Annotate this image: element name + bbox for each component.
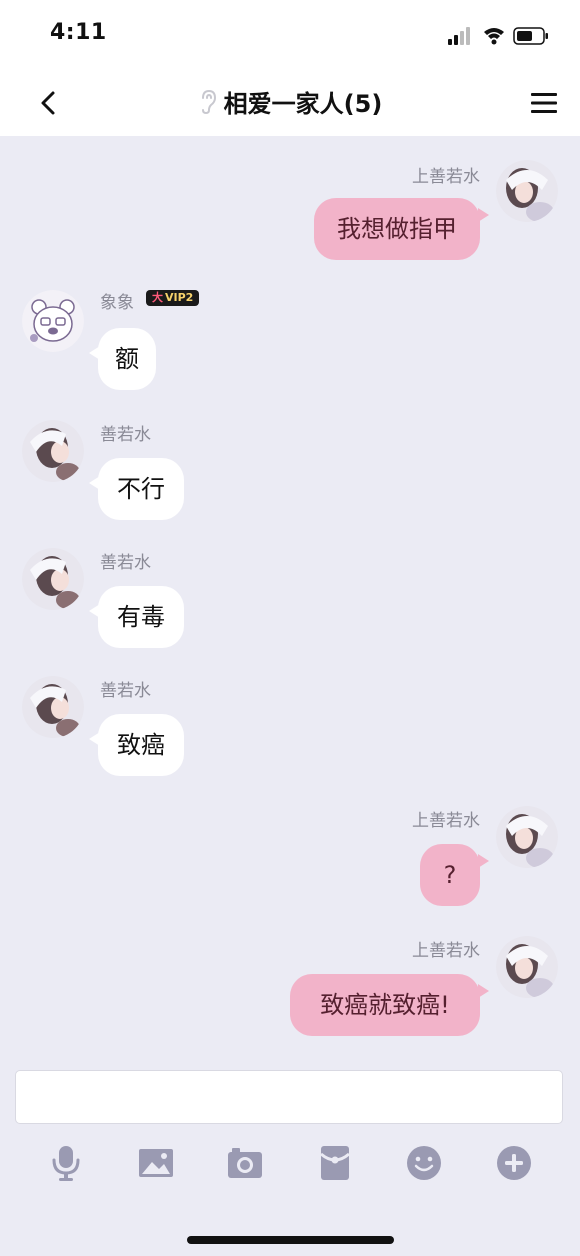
photo-avatar-image [22, 548, 84, 610]
message-outgoing: 上善若水 致癌就致癌! [0, 920, 580, 1050]
microphone-icon[interactable] [47, 1144, 85, 1182]
message-outgoing: 上善若水 ? [0, 790, 580, 920]
chat-title: 相爱一家人(5) [223, 90, 383, 118]
message-bubble[interactable]: 致癌 [89, 714, 184, 776]
chat-title-group: 相爱一家人(5) [0, 84, 580, 119]
photo-avatar-image [22, 420, 84, 482]
cellular-signal-icon [448, 27, 470, 45]
photo-avatar-image [496, 806, 558, 868]
ear-icon [201, 89, 216, 114]
sender-name: 善若水 [100, 425, 151, 445]
sender-name: 上善若水 [412, 811, 480, 831]
message-text: 致癌 [117, 731, 165, 759]
message-list: 上善若水 我想做指甲 象象 大 VIP2 额 善若水 不行 善若水 有毒 善若水… [0, 136, 580, 1056]
sender-name: 善若水 [100, 553, 151, 573]
image-icon[interactable] [137, 1144, 175, 1182]
sender-name: 象象 [100, 293, 134, 313]
message-bubble[interactable]: 致癌就致癌! [290, 974, 489, 1036]
message-bubble[interactable]: ? [420, 844, 489, 906]
user-avatar[interactable] [496, 936, 558, 998]
battery-icon [513, 27, 548, 45]
user-avatar[interactable] [22, 420, 84, 482]
message-incoming: 善若水 有毒 [0, 532, 580, 660]
plus-icon[interactable] [495, 1144, 533, 1182]
vip-badge-prefix: 大 [152, 291, 163, 304]
status-bar: 4:11 [0, 0, 580, 70]
user-avatar[interactable] [496, 806, 558, 868]
vip-badge-label: VIP2 [165, 291, 194, 304]
nav-bar: 相爱一家人(5) [0, 70, 580, 136]
message-text: 致癌就致癌! [320, 991, 450, 1019]
message-text: 不行 [117, 475, 165, 503]
message-bubble[interactable]: 有毒 [89, 586, 184, 648]
message-outgoing: 上善若水 我想做指甲 [0, 136, 580, 276]
user-avatar[interactable] [22, 290, 84, 352]
message-bubble[interactable]: 额 [89, 328, 156, 390]
message-text: 额 [115, 345, 139, 373]
message-bubble[interactable]: 我想做指甲 [314, 198, 489, 260]
photo-avatar-image [22, 676, 84, 738]
sender-name: 上善若水 [412, 941, 480, 961]
home-indicator [187, 1236, 394, 1244]
vip-badge: 大 VIP2 [146, 290, 200, 306]
user-avatar[interactable] [496, 160, 558, 222]
status-icons [448, 27, 548, 45]
message-input[interactable] [15, 1070, 563, 1124]
red-packet-icon[interactable] [316, 1144, 354, 1182]
camera-icon[interactable] [226, 1144, 264, 1182]
sender-name: 上善若水 [412, 167, 480, 187]
message-bubble[interactable]: 不行 [89, 458, 184, 520]
user-avatar[interactable] [22, 548, 84, 610]
message-text: 有毒 [117, 603, 165, 631]
message-text: ? [443, 861, 457, 889]
message-incoming: 善若水 致癌 [0, 660, 580, 790]
status-time: 4:11 [50, 20, 107, 45]
message-text: 我想做指甲 [337, 215, 457, 243]
composer [0, 1056, 580, 1256]
message-incoming: 善若水 不行 [0, 404, 580, 532]
user-avatar[interactable] [22, 676, 84, 738]
photo-avatar-image [496, 160, 558, 222]
photo-avatar-image [496, 936, 558, 998]
message-incoming: 象象 大 VIP2 额 [0, 276, 580, 404]
bear-avatar-image [22, 290, 84, 352]
wifi-icon [484, 28, 504, 45]
menu-icon[interactable] [530, 89, 558, 117]
sender-name: 善若水 [100, 681, 151, 701]
emoji-icon[interactable] [405, 1144, 443, 1182]
